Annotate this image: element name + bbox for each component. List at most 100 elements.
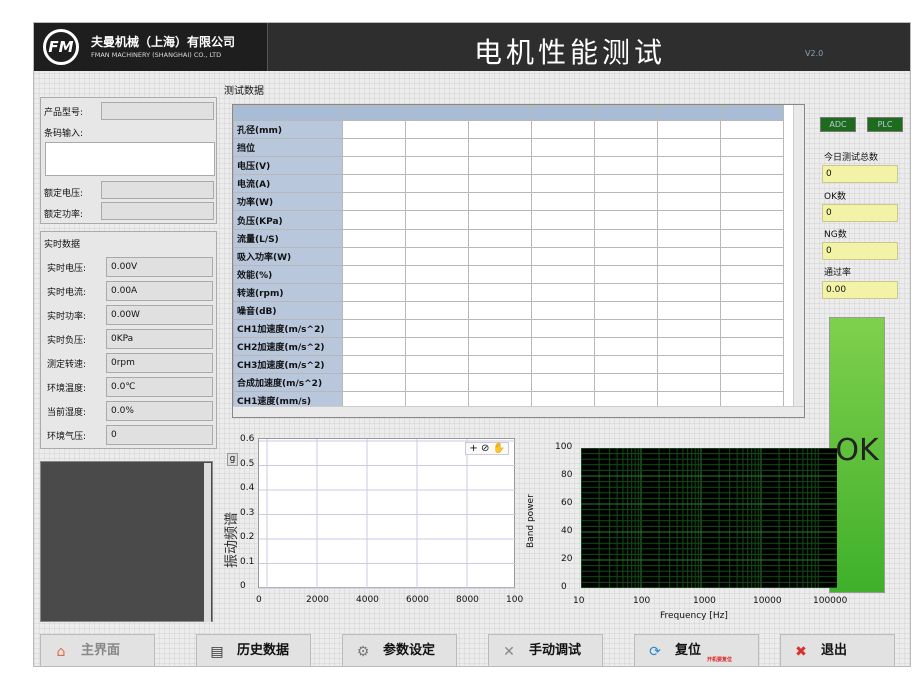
table-cell[interactable] [405, 192, 469, 212]
table-cell[interactable] [468, 319, 532, 339]
table-cell[interactable] [720, 319, 784, 339]
table-cell[interactable] [342, 156, 406, 176]
table-cell[interactable] [594, 337, 658, 357]
plot-tools[interactable]: + ⊘ ✋ [465, 442, 509, 455]
status-panel-scrollbar[interactable] [204, 463, 211, 622]
table-cell[interactable] [657, 192, 721, 212]
table-cell[interactable] [594, 228, 658, 248]
table-cell[interactable] [405, 210, 469, 230]
table-cell[interactable] [720, 156, 784, 176]
table-cell[interactable] [405, 282, 469, 302]
rated-voltage-field[interactable] [101, 181, 214, 199]
table-cell[interactable] [342, 300, 406, 321]
table-cell[interactable] [468, 119, 532, 140]
table-cell[interactable] [342, 174, 406, 194]
table-cell[interactable] [531, 156, 595, 176]
table-cell[interactable] [720, 282, 784, 302]
table-cell[interactable] [720, 355, 784, 375]
table-cell[interactable] [342, 337, 406, 357]
table-cell[interactable] [531, 373, 595, 393]
table-cell[interactable] [405, 228, 469, 248]
table-cell[interactable] [468, 228, 532, 248]
table-cell[interactable] [342, 192, 406, 212]
table-cell[interactable] [657, 337, 721, 357]
table-cell[interactable] [657, 138, 721, 158]
vibration-spectrum-plot[interactable]: + ⊘ ✋ [258, 438, 516, 589]
table-cell[interactable] [531, 264, 595, 284]
table-cell[interactable] [594, 174, 658, 194]
table-cell[interactable] [720, 138, 784, 158]
manual-debug-button[interactable]: ✕ 手动调试 [488, 634, 603, 666]
history-button[interactable]: ▤ 历史数据 [196, 634, 311, 666]
table-cell[interactable] [594, 300, 658, 321]
table-cell[interactable] [468, 138, 532, 158]
table-cell[interactable] [594, 119, 658, 140]
table-cell[interactable] [405, 355, 469, 375]
table-cell[interactable] [342, 228, 406, 248]
table-cell[interactable] [531, 355, 595, 375]
table-cell[interactable] [405, 156, 469, 176]
test-data-table[interactable]: 孔径(mm) 挡位 电压(V) 电流(A) 功率(W) 负压(KPa) 流量(L/S) 吸入功… [232, 104, 805, 418]
table-cell[interactable] [468, 192, 532, 212]
table-cell[interactable] [342, 210, 406, 230]
model-field[interactable] [101, 102, 214, 120]
table-cell[interactable] [657, 373, 721, 393]
table-cell[interactable] [594, 156, 658, 176]
table-cell[interactable] [657, 282, 721, 302]
table-cell[interactable] [342, 246, 406, 266]
table-cell[interactable] [594, 246, 658, 266]
rated-power-field[interactable] [101, 202, 214, 220]
table-cell[interactable] [531, 210, 595, 230]
table-cell[interactable] [531, 119, 595, 140]
table-cell[interactable] [720, 337, 784, 357]
table-cell[interactable] [468, 337, 532, 357]
table-cell[interactable] [342, 138, 406, 158]
table-cell[interactable] [531, 300, 595, 321]
table-cell[interactable] [405, 246, 469, 266]
table-cell[interactable] [531, 228, 595, 248]
table-cell[interactable] [657, 355, 721, 375]
table-cell[interactable] [720, 192, 784, 212]
table-cell[interactable] [468, 156, 532, 176]
settings-button[interactable]: ⚙ 参数设定 [342, 634, 457, 666]
table-cell[interactable] [657, 319, 721, 339]
exit-button[interactable]: ✖ 退出 [780, 634, 895, 666]
table-cell[interactable] [657, 264, 721, 284]
table-cell[interactable] [720, 300, 784, 321]
table-cell[interactable] [342, 282, 406, 302]
table-cell[interactable] [720, 264, 784, 284]
table-cell[interactable] [468, 210, 532, 230]
table-cell[interactable] [405, 119, 469, 140]
table-cell[interactable] [531, 174, 595, 194]
table-horizontal-scrollbar[interactable] [233, 406, 804, 417]
table-cell[interactable] [594, 319, 658, 339]
table-cell[interactable] [405, 138, 469, 158]
table-cell[interactable] [720, 246, 784, 266]
table-cell[interactable] [594, 264, 658, 284]
table-cell[interactable] [405, 300, 469, 321]
table-cell[interactable] [405, 264, 469, 284]
table-cell[interactable] [720, 373, 784, 393]
table-cell[interactable] [468, 355, 532, 375]
reset-button[interactable]: ⟳ 复位 开机要复位 [634, 634, 759, 666]
table-cell[interactable] [594, 138, 658, 158]
table-cell[interactable] [468, 282, 532, 302]
table-cell[interactable] [531, 246, 595, 266]
table-cell[interactable] [657, 119, 721, 140]
table-cell[interactable] [405, 174, 469, 194]
table-cell[interactable] [657, 174, 721, 194]
table-cell[interactable] [594, 373, 658, 393]
table-cell[interactable] [720, 119, 784, 140]
table-cell[interactable] [657, 210, 721, 230]
table-cell[interactable] [594, 282, 658, 302]
table-cell[interactable] [468, 264, 532, 284]
table-cell[interactable] [468, 300, 532, 321]
table-cell[interactable] [657, 228, 721, 248]
table-cell[interactable] [531, 319, 595, 339]
table-cell[interactable] [405, 319, 469, 339]
table-cell[interactable] [720, 228, 784, 248]
table-cell[interactable] [594, 355, 658, 375]
table-cell[interactable] [468, 246, 532, 266]
table-cell[interactable] [594, 192, 658, 212]
table-cell[interactable] [405, 373, 469, 393]
